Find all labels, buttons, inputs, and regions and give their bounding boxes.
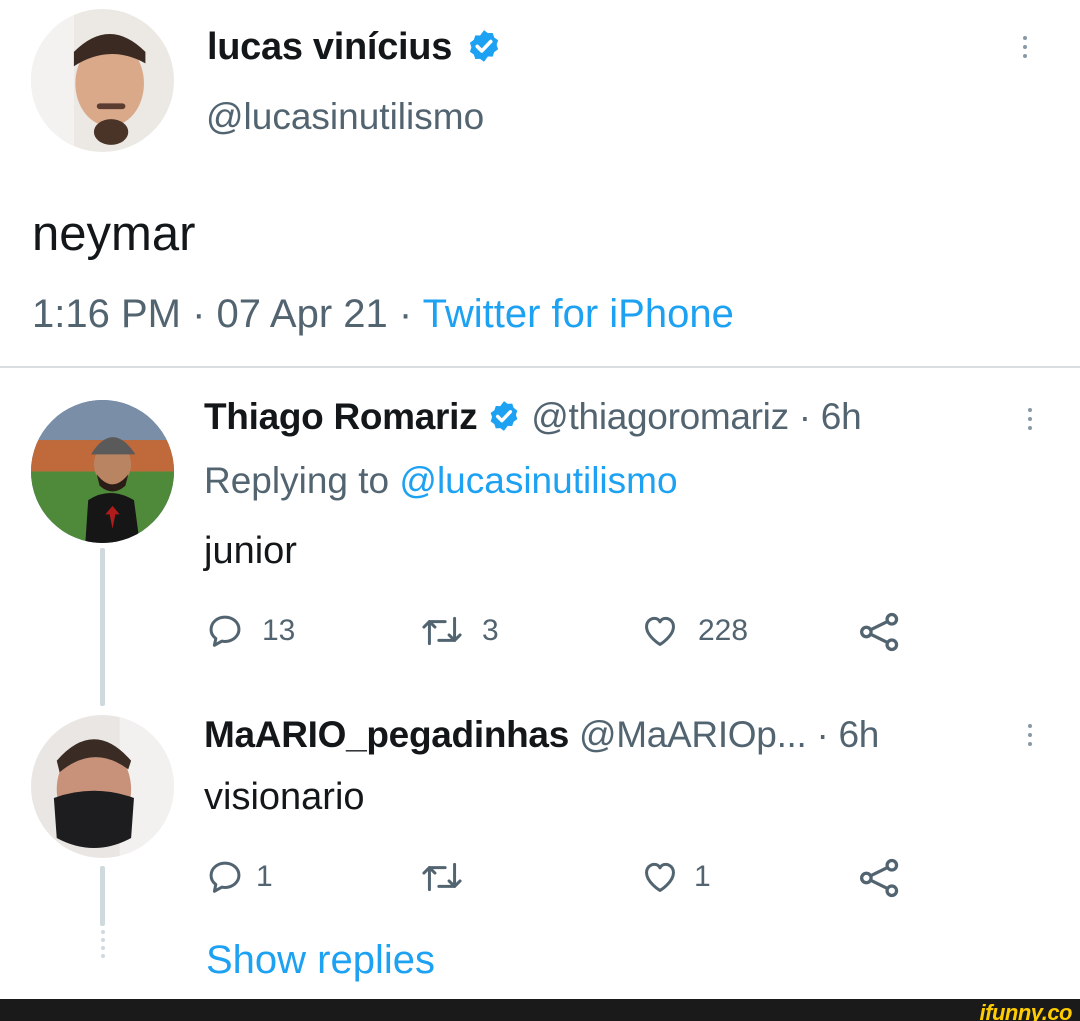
- reply-author-handle[interactable]: @MaARIOp...: [579, 714, 807, 755]
- share-icon: [860, 612, 899, 652]
- reply-author-name[interactable]: Thiago Romariz: [204, 396, 478, 437]
- replying-to-handle[interactable]: @lucasinutilismo: [399, 460, 677, 501]
- main-tweet-meta: 1:16 PM · 07 Apr 21 · Twitter for iPhone: [32, 292, 734, 337]
- reply-header: Thiago Romariz @thiagoromariz · 6h: [204, 396, 862, 438]
- reply-button[interactable]: 1: [206, 858, 273, 896]
- avatar-photo: [31, 400, 174, 543]
- reply-button[interactable]: 13: [206, 612, 295, 650]
- thread-line: [100, 548, 105, 706]
- share-button[interactable]: [858, 858, 902, 898]
- main-author-handle[interactable]: @lucasinutilismo: [206, 96, 484, 138]
- verified-badge-icon: [470, 30, 499, 62]
- thread-line: [100, 866, 105, 926]
- reply-age: · 6h: [806, 714, 880, 755]
- retweet-icon: [422, 862, 462, 892]
- tweet-time: 1:16 PM: [32, 292, 181, 336]
- reply-text: junior: [204, 530, 297, 572]
- reply-age: · 6h: [788, 396, 862, 437]
- avatar-photo: [31, 715, 174, 858]
- main-tweet-text: neymar: [32, 207, 196, 261]
- divider: [0, 366, 1080, 368]
- reply-count: 1: [256, 860, 273, 893]
- replying-to: Replying to @lucasinutilismo: [204, 460, 678, 502]
- like-button[interactable]: 1: [640, 858, 711, 896]
- reply-icon: [209, 615, 241, 647]
- retweet-count: 3: [482, 614, 499, 647]
- like-icon: [645, 616, 675, 646]
- reply-header: MaARIO_pegadinhas @MaARIOp... · 6h: [204, 714, 879, 756]
- retweet-icon: [422, 616, 462, 646]
- more-options-icon[interactable]: [1020, 36, 1030, 58]
- main-avatar[interactable]: [31, 9, 174, 152]
- reply-author-name[interactable]: MaARIO_pegadinhas: [204, 714, 569, 755]
- retweet-button[interactable]: 3: [420, 612, 499, 650]
- meta-separator: ·: [180, 292, 217, 336]
- reply-icon: [209, 861, 241, 893]
- footer-bar: [0, 999, 1080, 1021]
- reply-count: 13: [262, 614, 296, 647]
- like-count: 1: [694, 860, 711, 893]
- avatar-photo: [31, 9, 174, 152]
- tweet-date: 07 Apr 21: [216, 292, 388, 336]
- show-replies-link[interactable]: Show replies: [206, 938, 435, 983]
- more-options-icon[interactable]: [1025, 724, 1035, 746]
- reply-author-handle[interactable]: @thiagoromariz: [531, 396, 789, 437]
- share-button[interactable]: [858, 612, 902, 652]
- like-button[interactable]: 228: [640, 612, 748, 650]
- meta-separator: ·: [387, 292, 423, 336]
- watermark-logo: ifunny.co: [979, 1000, 1073, 1021]
- main-author-name[interactable]: lucas vinícius: [207, 26, 502, 69]
- tweet-source-link[interactable]: Twitter for iPhone: [423, 292, 734, 336]
- reply-avatar[interactable]: [31, 715, 174, 858]
- main-author-name-text: lucas vinícius: [207, 26, 453, 68]
- more-options-icon[interactable]: [1025, 408, 1035, 430]
- verified-badge-icon: [490, 401, 518, 432]
- retweet-button[interactable]: [420, 858, 482, 896]
- thread-continuation-dots: [98, 930, 108, 958]
- share-icon: [860, 858, 899, 898]
- like-icon: [645, 862, 675, 892]
- replying-to-prefix: Replying to: [204, 460, 400, 501]
- reply-avatar[interactable]: [31, 400, 174, 543]
- reply-text: visionario: [204, 776, 365, 818]
- like-count: 228: [698, 614, 749, 647]
